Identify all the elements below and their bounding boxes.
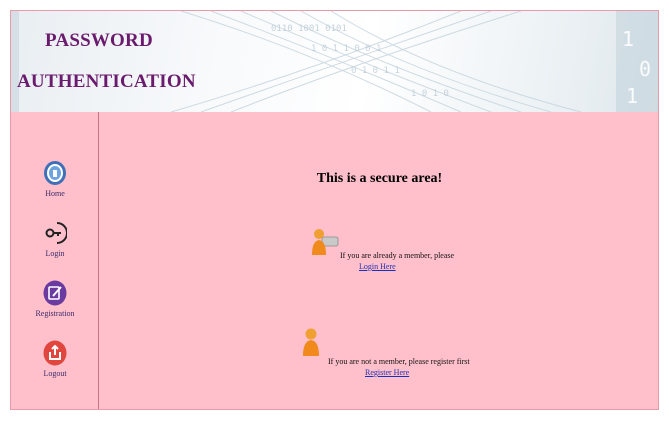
nav-label-home: Home [45, 189, 65, 198]
edit-icon [43, 280, 67, 306]
new-member-block: If you are not a member, please register… [302, 327, 472, 377]
nav-item-registration[interactable]: Registration [11, 280, 99, 318]
nav-label-login: Login [45, 249, 65, 258]
new-member-text: If you are not a member, please register… [328, 357, 470, 366]
svg-text:1 0 1 0: 1 0 1 0 [411, 89, 449, 99]
register-here-link[interactable]: Register Here [365, 368, 409, 377]
key-icon [45, 222, 67, 244]
svg-text:0: 0 [639, 57, 651, 81]
nav-item-home[interactable]: Home [11, 160, 99, 198]
svg-text:1: 1 [626, 84, 638, 108]
member-user-icon [312, 229, 339, 255]
existing-member-text: If you are already a member, please [340, 251, 455, 260]
svg-text:1: 1 [622, 27, 634, 51]
new-user-icon [303, 328, 319, 356]
existing-member-block: If you are already a member, please Logi… [311, 227, 461, 272]
site-title-line1: PASSWORD [45, 30, 153, 51]
main-content: This is a secure area! If you are alread… [99, 112, 658, 409]
nav-item-login[interactable]: Login [11, 220, 99, 258]
page-frame: 0110 1001 0101 1 0 1 1 0 0 1 0 1 0 1 1 1… [10, 10, 659, 410]
login-here-link[interactable]: Login Here [359, 262, 396, 271]
nav-label-registration: Registration [35, 309, 75, 318]
page-heading: This is a secure area! [316, 171, 443, 186]
svg-text:0 1 0 1 1: 0 1 0 1 1 [351, 66, 400, 76]
nav-item-logout[interactable]: Logout [11, 340, 99, 378]
banner-background-art: 0110 1001 0101 1 0 1 1 0 0 1 0 1 0 1 1 1… [11, 11, 658, 112]
header-banner: 0110 1001 0101 1 0 1 1 0 0 1 0 1 0 1 1 1… [11, 11, 658, 112]
nav-label-logout: Logout [43, 369, 67, 378]
logout-icon [43, 340, 67, 366]
home-icon [44, 161, 66, 185]
svg-text:1 0 1 1 0 0 1: 1 0 1 1 0 0 1 [311, 44, 381, 54]
svg-text:0110 1001 0101: 0110 1001 0101 [271, 24, 347, 34]
sidebar-nav: Home Login Registration Logout [11, 112, 99, 409]
site-title-line2: AUTHENTICATION [17, 71, 196, 92]
